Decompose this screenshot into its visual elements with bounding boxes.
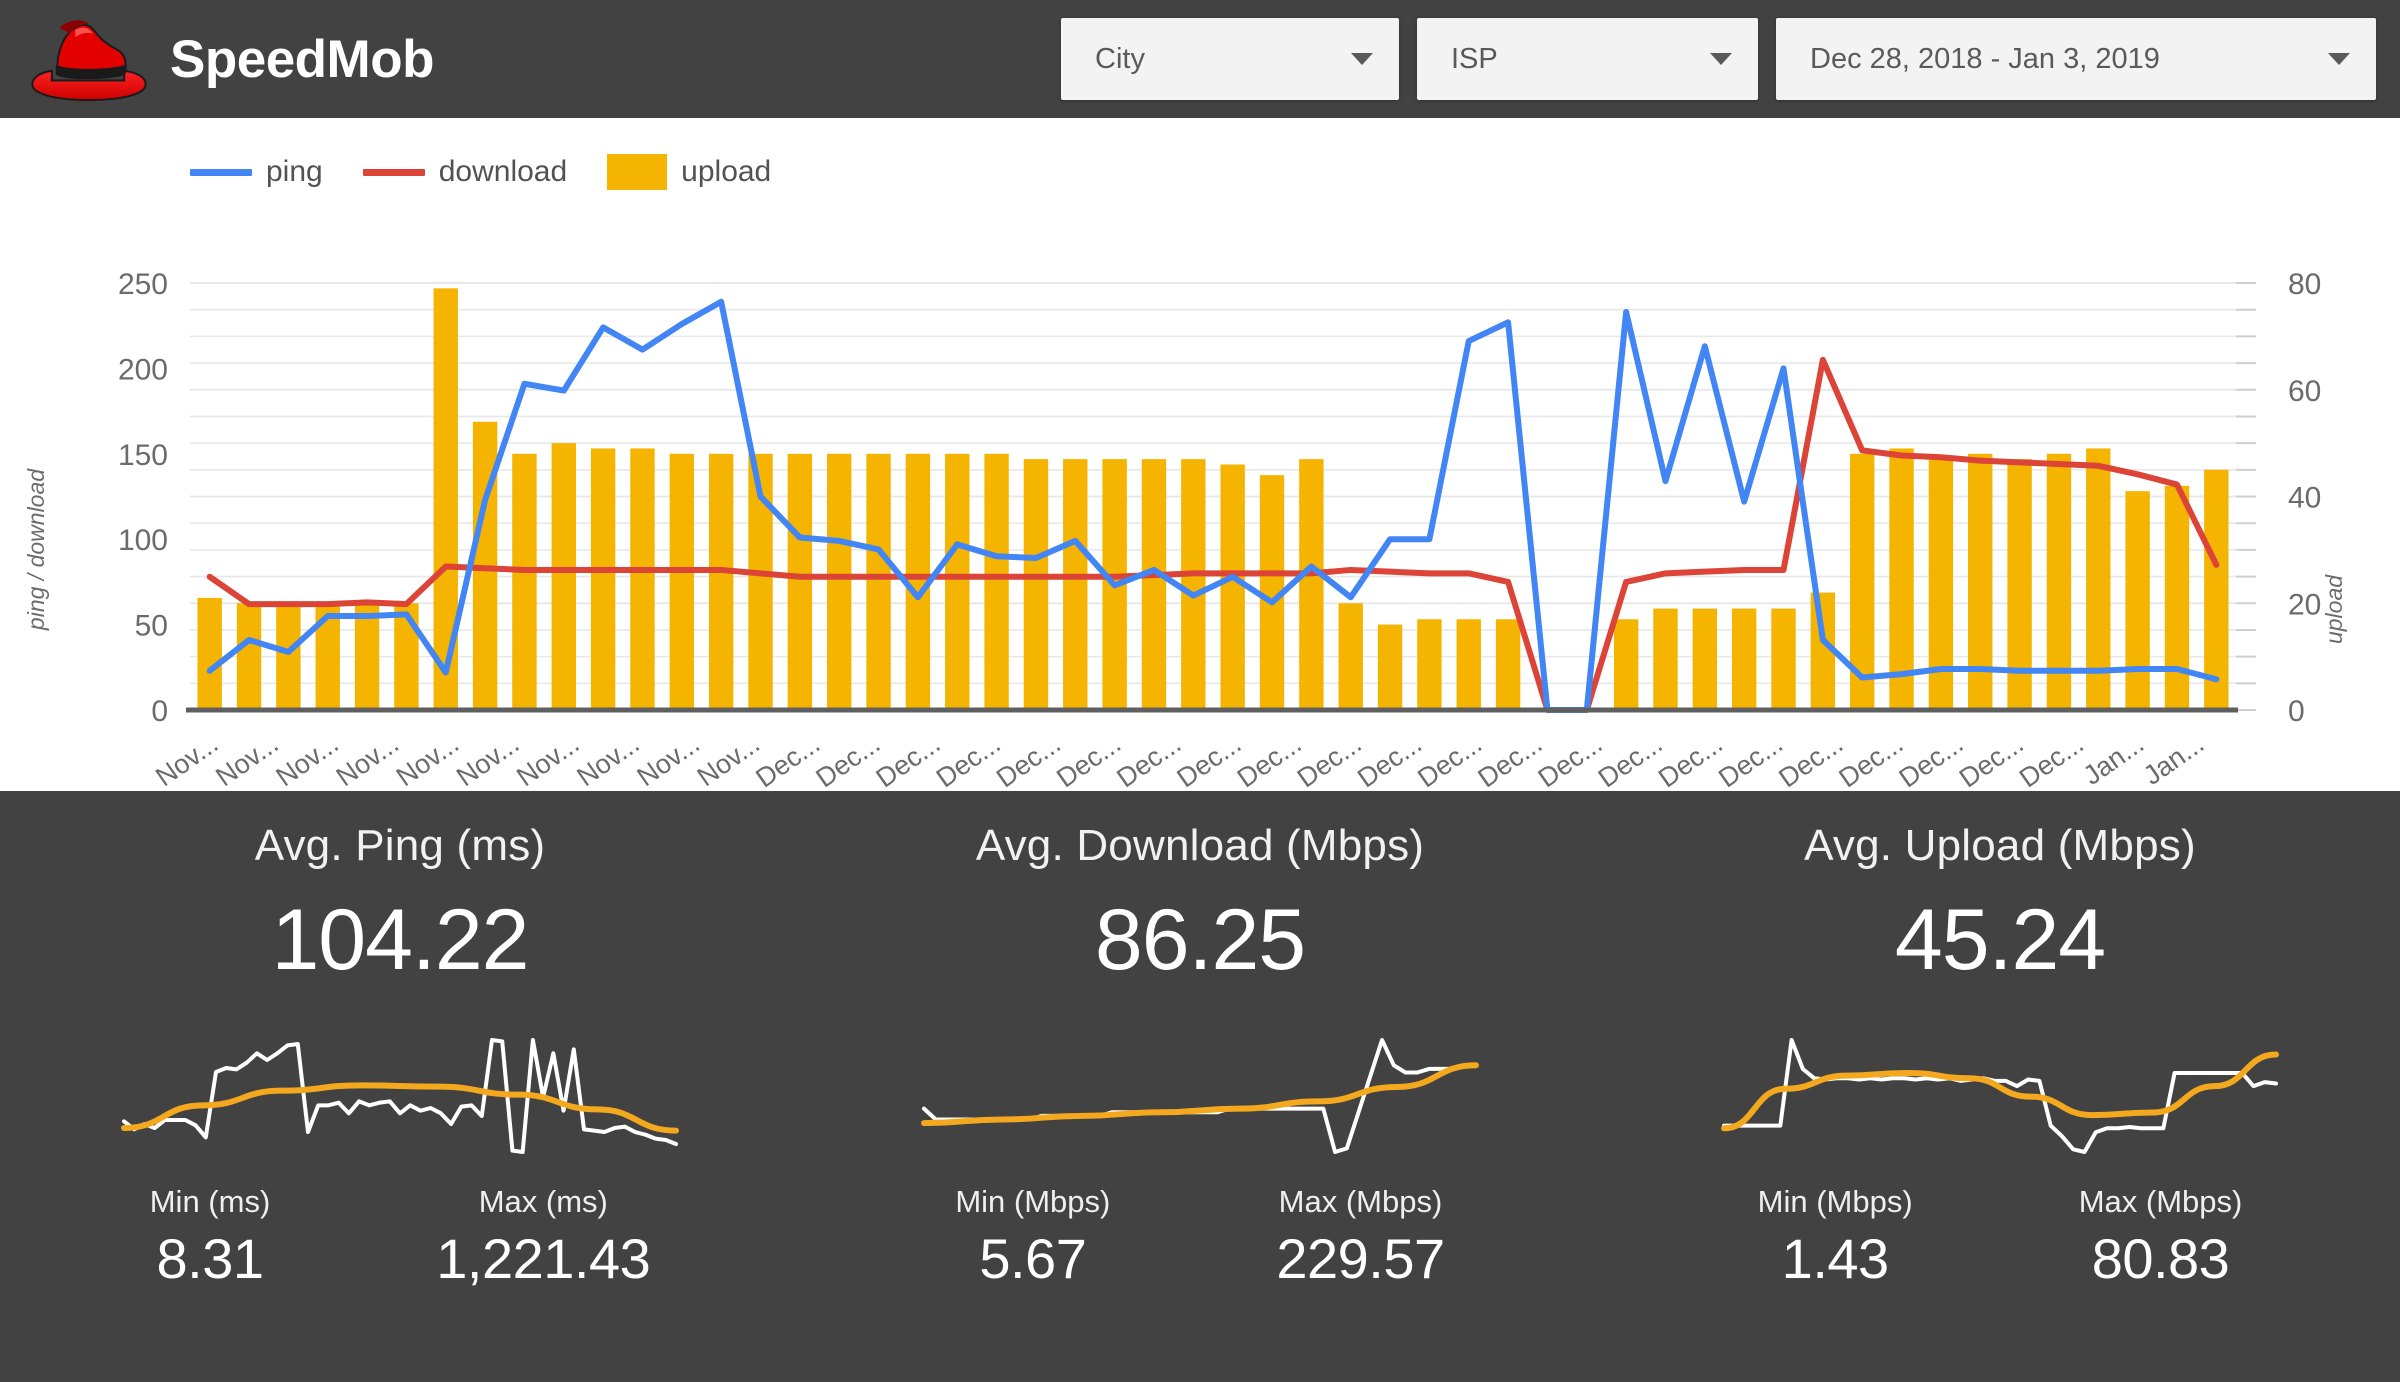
kpi-value-upload: 45.24: [1895, 891, 2105, 990]
sparkline-download: [910, 1026, 1490, 1166]
svg-text:250: 250: [118, 268, 168, 301]
max-cell-ping: Max (ms) 1,221.43: [436, 1184, 650, 1291]
kpi-title-download: Avg. Download (Mbps): [976, 821, 1424, 871]
left-axis-title: ping / download: [23, 469, 50, 630]
min-label-ping: Min (ms): [150, 1184, 271, 1220]
chart-svg[interactable]: 050100150200250020406080Nov...Nov...Nov.…: [0, 118, 2400, 791]
svg-text:Nov...: Nov...: [692, 728, 765, 791]
svg-text:Jan...: Jan...: [2138, 728, 2209, 790]
kpi-value-ping: 104.22: [271, 891, 528, 990]
chart-plot-area: 050100150200250020406080Nov...Nov...Nov.…: [0, 118, 2400, 791]
svg-text:Dec...: Dec...: [1232, 728, 1307, 791]
svg-text:Dec...: Dec...: [810, 728, 885, 791]
svg-text:Dec...: Dec...: [1292, 728, 1367, 791]
svg-text:Dec...: Dec...: [991, 728, 1066, 791]
max-cell-download: Max (Mbps) 229.57: [1276, 1184, 1444, 1291]
min-cell-ping: Min (ms) 8.31: [150, 1184, 271, 1291]
svg-text:200: 200: [118, 353, 168, 386]
max-value-download: 229.57: [1276, 1226, 1444, 1291]
app-header: SpeedMob City ISP Dec 28, 2018 - Jan 3, …: [0, 0, 2400, 118]
svg-text:Nov...: Nov...: [150, 728, 223, 791]
max-cell-upload: Max (Mbps) 80.83: [2079, 1184, 2243, 1291]
svg-text:60: 60: [2288, 375, 2321, 408]
header-filters: City ISP Dec 28, 2018 - Jan 3, 2019: [1061, 18, 2376, 100]
red-hat-fedora-icon: [30, 16, 148, 102]
svg-text:Nov...: Nov...: [571, 728, 644, 791]
kpi-title-ping: Avg. Ping (ms): [255, 821, 546, 871]
svg-text:Nov...: Nov...: [632, 728, 705, 791]
city-filter-label: City: [1095, 43, 1145, 76]
sparkline-ping: [110, 1026, 690, 1166]
svg-text:Dec...: Dec...: [1172, 728, 1247, 791]
svg-text:Dec...: Dec...: [1412, 728, 1487, 791]
minmax-ping: Min (ms) 8.31 Max (ms) 1,221.43: [0, 1184, 800, 1291]
kpi-panel: Avg. Ping (ms) 104.22 Min (ms) 8.31 Max …: [0, 791, 2400, 1382]
chevron-down-icon: [1351, 53, 1373, 65]
svg-text:Dec...: Dec...: [1773, 728, 1848, 791]
svg-text:40: 40: [2288, 482, 2321, 515]
speed-chart-panel: ping download upload 0501001502002500204…: [0, 118, 2400, 791]
isp-filter-label: ISP: [1451, 43, 1498, 76]
min-value-upload: 1.43: [1782, 1226, 1889, 1291]
isp-filter-dropdown[interactable]: ISP: [1417, 18, 1758, 100]
app-title: SpeedMob: [170, 33, 434, 86]
city-filter-dropdown[interactable]: City: [1061, 18, 1399, 100]
chevron-down-icon: [1710, 53, 1732, 65]
minmax-upload: Min (Mbps) 1.43 Max (Mbps) 80.83: [1600, 1184, 2400, 1291]
svg-text:Dec...: Dec...: [1593, 728, 1668, 791]
svg-text:0: 0: [151, 695, 168, 728]
svg-text:Dec...: Dec...: [1111, 728, 1186, 791]
date-range-label: Dec 28, 2018 - Jan 3, 2019: [1810, 43, 2160, 76]
svg-text:Dec...: Dec...: [1472, 728, 1547, 791]
svg-text:Dec...: Dec...: [1653, 728, 1728, 791]
svg-text:Dec...: Dec...: [2014, 728, 2089, 791]
kpi-card-upload: Avg. Upload (Mbps) 45.24 Min (Mbps) 1.43…: [1600, 791, 2400, 1382]
svg-text:150: 150: [118, 439, 168, 472]
svg-text:50: 50: [135, 610, 168, 643]
max-label-ping: Max (ms): [479, 1184, 608, 1220]
svg-text:Dec...: Dec...: [750, 728, 825, 791]
dashboard-root: SpeedMob City ISP Dec 28, 2018 - Jan 3, …: [0, 0, 2400, 1382]
svg-text:Jan...: Jan...: [2078, 728, 2149, 790]
svg-text:Nov...: Nov...: [271, 728, 344, 791]
svg-text:0: 0: [2288, 695, 2305, 728]
svg-text:20: 20: [2288, 588, 2321, 621]
brand: SpeedMob: [30, 16, 434, 102]
svg-text:Dec...: Dec...: [1051, 728, 1126, 791]
date-range-dropdown[interactable]: Dec 28, 2018 - Jan 3, 2019: [1776, 18, 2376, 100]
max-value-ping: 1,221.43: [436, 1226, 650, 1291]
min-cell-download: Min (Mbps) 5.67: [955, 1184, 1110, 1291]
kpi-card-download: Avg. Download (Mbps) 86.25 Min (Mbps) 5.…: [800, 791, 1600, 1382]
svg-text:Nov...: Nov...: [210, 728, 283, 791]
sparkline-upload: [1710, 1026, 2290, 1166]
kpi-card-ping: Avg. Ping (ms) 104.22 Min (ms) 8.31 Max …: [0, 791, 800, 1382]
min-label-download: Min (Mbps): [955, 1184, 1110, 1220]
min-value-ping: 8.31: [157, 1226, 264, 1291]
svg-text:Dec...: Dec...: [1352, 728, 1427, 791]
svg-text:Dec...: Dec...: [1713, 728, 1788, 791]
kpi-title-upload: Avg. Upload (Mbps): [1804, 821, 2196, 871]
svg-text:Nov...: Nov...: [331, 728, 404, 791]
svg-text:Nov...: Nov...: [511, 728, 584, 791]
svg-text:80: 80: [2288, 268, 2321, 301]
svg-text:Dec...: Dec...: [931, 728, 1006, 791]
minmax-download: Min (Mbps) 5.67 Max (Mbps) 229.57: [800, 1184, 1600, 1291]
svg-text:Dec...: Dec...: [1833, 728, 1908, 791]
svg-text:Dec...: Dec...: [871, 728, 946, 791]
svg-text:Dec...: Dec...: [1894, 728, 1969, 791]
min-cell-upload: Min (Mbps) 1.43: [1758, 1184, 1913, 1291]
right-axis-title: upload: [2321, 575, 2348, 644]
max-value-upload: 80.83: [2092, 1226, 2230, 1291]
svg-text:Dec...: Dec...: [1954, 728, 2029, 791]
min-label-upload: Min (Mbps): [1758, 1184, 1913, 1220]
min-value-download: 5.67: [979, 1226, 1086, 1291]
svg-text:Nov...: Nov...: [391, 728, 464, 791]
max-label-upload: Max (Mbps): [2079, 1184, 2243, 1220]
max-label-download: Max (Mbps): [1279, 1184, 1443, 1220]
chevron-down-icon: [2328, 53, 2350, 65]
kpi-value-download: 86.25: [1095, 891, 1305, 990]
svg-text:Dec...: Dec...: [1533, 728, 1608, 791]
svg-text:Nov...: Nov...: [451, 728, 524, 791]
svg-text:100: 100: [118, 524, 168, 557]
